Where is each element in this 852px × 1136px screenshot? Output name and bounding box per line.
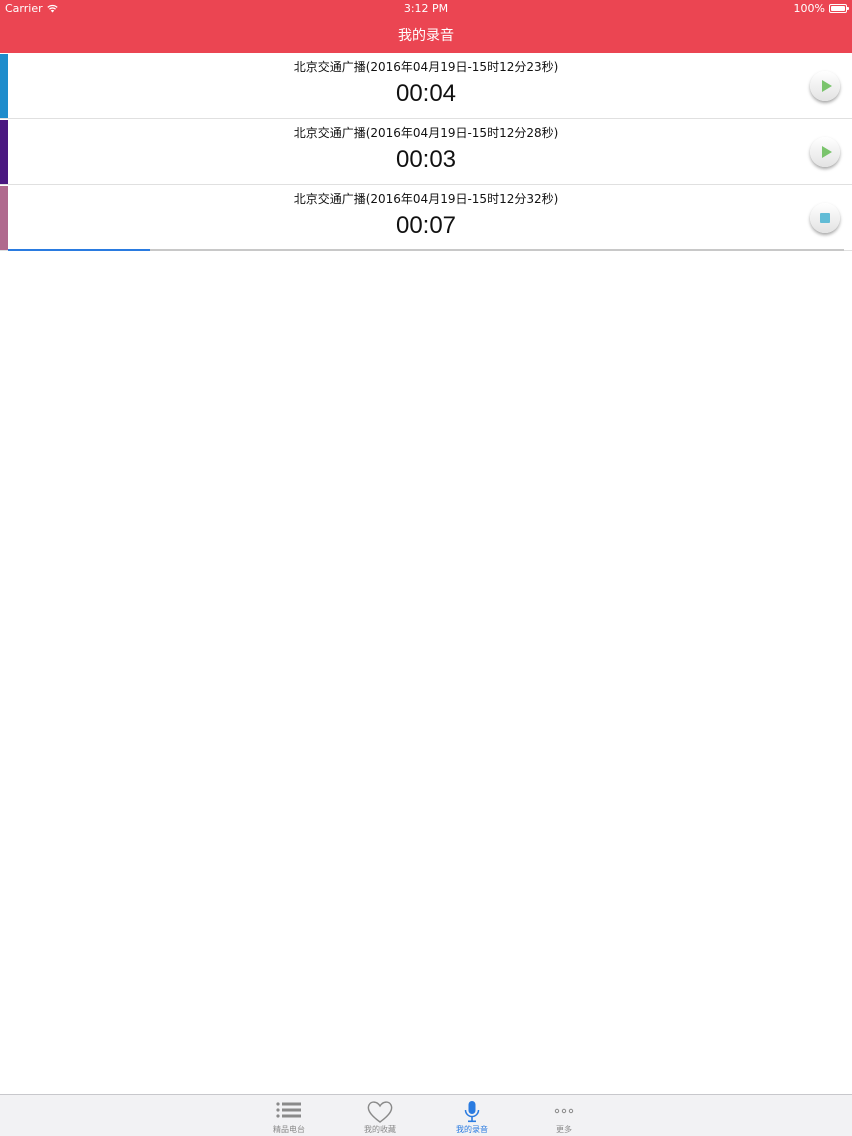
- recording-duration: 00:03: [395, 146, 457, 173]
- playback-progress-fill: [8, 249, 151, 251]
- play-button[interactable]: [810, 137, 840, 167]
- recording-title: 北京交通广播(2016年04月19日-15时12分23秒): [293, 60, 559, 74]
- battery-status: 100%: [793, 2, 849, 15]
- recording-title: 北京交通广播(2016年04月19日-15时12分28秒): [293, 126, 559, 140]
- list-icon: [276, 1102, 301, 1118]
- page-title: 我的录音: [398, 28, 454, 44]
- play-button[interactable]: [810, 71, 840, 101]
- playback-progress[interactable]: [8, 249, 844, 251]
- microphone-icon: [464, 1101, 480, 1123]
- tab-my-recordings[interactable]: 我的录音: [432, 1095, 512, 1136]
- tab-label: 我的录音: [456, 1125, 488, 1134]
- recording-row[interactable]: 北京交通广播(2016年04月19日-15时12分28秒) 00:03: [0, 119, 852, 185]
- tab-bar: 精品电台 我的收藏 我的录音 更多: [0, 1094, 852, 1136]
- navigation-bar: 我的录音: [0, 17, 852, 53]
- battery-percent: 100%: [793, 2, 825, 15]
- heart-icon: [367, 1101, 393, 1123]
- tab-label: 我的收藏: [364, 1125, 396, 1134]
- stop-icon: [820, 213, 830, 223]
- tab-more[interactable]: 更多: [524, 1095, 604, 1136]
- recording-row[interactable]: 北京交通广播(2016年04月19日-15时12分23秒) 00:04: [0, 53, 852, 119]
- tab-featured-stations[interactable]: 精品电台: [249, 1095, 329, 1136]
- more-icon: [554, 1108, 574, 1114]
- recording-list: 北京交通广播(2016年04月19日-15时12分23秒) 00:04 北京交通…: [0, 53, 852, 251]
- battery-icon: [829, 4, 849, 13]
- recording-row[interactable]: 北京交通广播(2016年04月19日-15时12分32秒) 00:07: [0, 185, 852, 251]
- play-icon: [821, 80, 832, 92]
- recording-duration: 00:04: [395, 80, 457, 107]
- recording-duration: 00:07: [395, 212, 457, 239]
- play-icon: [821, 146, 832, 158]
- tab-label: 更多: [556, 1125, 572, 1134]
- status-bar: Carrier 3:12 PM 100%: [0, 0, 852, 17]
- recording-title: 北京交通广播(2016年04月19日-15时12分32秒): [293, 192, 559, 206]
- stop-button[interactable]: [810, 203, 840, 233]
- tab-label: 精品电台: [273, 1125, 305, 1134]
- tab-favorites[interactable]: 我的收藏: [340, 1095, 420, 1136]
- status-time: 3:12 PM: [403, 2, 449, 15]
